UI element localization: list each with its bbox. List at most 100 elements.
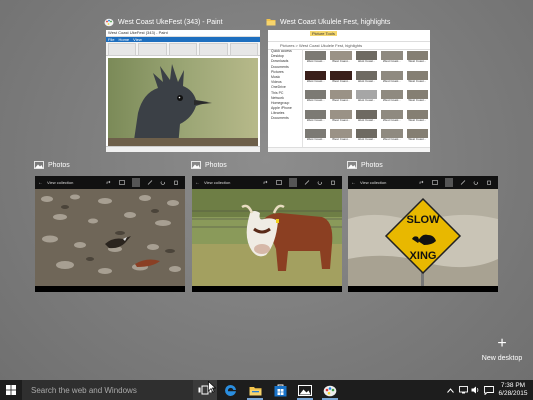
action-center-button[interactable]: [482, 380, 496, 400]
start-button[interactable]: [0, 380, 22, 400]
file-name: West Coast...: [332, 118, 351, 122]
explorer-window[interactable]: West Coast Ukulele Fest, highlights Pict…: [266, 16, 430, 152]
file-item[interactable]: West Coast...: [355, 90, 378, 107]
back-arrow-icon[interactable]: ←: [348, 180, 356, 186]
file-item[interactable]: West Coast...: [406, 129, 428, 146]
photo-image: [35, 189, 185, 286]
file-explorer-button[interactable]: [243, 380, 267, 400]
cow-photo: [192, 189, 342, 286]
file-item[interactable]: West Coast...: [355, 70, 378, 88]
photos-thumbnail[interactable]: ← View collection: [192, 176, 342, 292]
search-box[interactable]: Search the web and Windows: [22, 380, 193, 400]
paint-window-title: West Coast UkeFest (343) - Paint: [104, 16, 223, 28]
file-item[interactable]: West Coast...: [305, 109, 327, 127]
rotate-icon[interactable]: [317, 180, 323, 185]
file-thumbnail: [355, 70, 378, 80]
file-name: West Coast...: [357, 79, 376, 83]
file-item[interactable]: West Coast...: [305, 90, 327, 107]
volume-button[interactable]: [469, 380, 481, 400]
file-item[interactable]: West Coast...: [330, 51, 352, 68]
file-item[interactable]: West Coast...: [305, 70, 327, 88]
delete-icon[interactable]: [173, 180, 179, 185]
slideshow-icon[interactable]: [119, 180, 125, 185]
file-item[interactable]: West Coast...: [330, 129, 352, 146]
edit-pencil-icon[interactable]: [460, 180, 466, 185]
file-item[interactable]: West Coast...: [355, 109, 378, 127]
explorer-window-title-text: West Coast Ukulele Fest, highlights: [280, 18, 391, 26]
rotate-icon[interactable]: [473, 180, 479, 185]
paint-window[interactable]: West Coast UkeFest (343) - Paint West Co…: [104, 16, 260, 152]
file-item[interactable]: West Coast...: [330, 90, 352, 107]
ribbon-group: [168, 43, 198, 56]
file-name: West Coast...: [306, 138, 325, 142]
rotate-icon[interactable]: [160, 180, 166, 185]
enhance-button[interactable]: [445, 178, 453, 187]
slow-xing-sign-photo: SLOW XING: [348, 189, 498, 286]
file-item[interactable]: West Coast...: [305, 129, 327, 146]
people-icon-button[interactable]: [443, 380, 457, 400]
clock[interactable]: 7:38 PM 6/28/2015: [498, 382, 528, 398]
paint-tab-file: File: [108, 37, 115, 42]
file-item[interactable]: West Coast...: [406, 90, 428, 107]
file-explorer-icon: [249, 386, 261, 395]
file-item[interactable]: West Coast...: [406, 70, 428, 88]
file-item[interactable]: West Coast...: [355, 129, 378, 146]
file-item[interactable]: West Coast...: [330, 109, 352, 127]
photos-window-2[interactable]: Photos ← View collection: [191, 159, 343, 292]
share-icon[interactable]: [419, 180, 425, 185]
file-thumbnail: [355, 51, 378, 60]
file-thumbnail: [406, 70, 428, 80]
edge-button[interactable]: [218, 380, 242, 400]
delete-icon[interactable]: [330, 180, 336, 185]
edit-pencil-icon[interactable]: [304, 180, 310, 185]
store-button[interactable]: [268, 380, 292, 400]
delete-icon[interactable]: [486, 180, 492, 185]
explorer-thumbnail[interactable]: Picture Tools Pictures > West Coast Ukul…: [268, 30, 430, 152]
paint-thumbnail[interactable]: West Coast UkeFest (343) - Paint File Ho…: [106, 30, 260, 152]
search-placeholder: Search the web and Windows: [31, 386, 137, 395]
picture-tools-tab: Picture Tools: [310, 30, 337, 36]
photos-toolbar: ← View collection: [192, 176, 342, 189]
file-name: West Coast...: [306, 99, 325, 103]
slideshow-icon[interactable]: [432, 180, 438, 185]
file-item[interactable]: West Coast...: [381, 90, 403, 107]
view-collection-label[interactable]: View collection: [200, 180, 230, 185]
share-icon[interactable]: [106, 180, 112, 185]
photos-window-title: Photos: [191, 159, 227, 171]
photos-window-1[interactable]: Photos ← View collection: [34, 159, 186, 292]
file-item[interactable]: West Coast...: [381, 109, 403, 127]
new-desktop-button[interactable]: + New desktop: [478, 336, 526, 363]
file-item[interactable]: West Coast...: [406, 109, 428, 127]
enhance-button[interactable]: [289, 178, 297, 187]
share-icon[interactable]: [263, 180, 269, 185]
paint-button[interactable]: [318, 380, 342, 400]
mouse-cursor-icon: [208, 381, 216, 393]
network-button[interactable]: [457, 380, 469, 400]
view-collection-label[interactable]: View collection: [356, 180, 386, 185]
back-arrow-icon[interactable]: ←: [192, 180, 200, 186]
view-collection-label[interactable]: View collection: [43, 180, 73, 185]
file-item[interactable]: West Coast...: [406, 51, 428, 68]
file-item[interactable]: West Coast...: [381, 129, 403, 146]
file-item[interactable]: West Coast...: [355, 51, 378, 68]
photos-button[interactable]: [293, 380, 317, 400]
photos-thumbnail[interactable]: ← View collection: [35, 176, 185, 292]
back-arrow-icon[interactable]: ←: [35, 180, 43, 186]
notification-icon: [484, 385, 494, 395]
slideshow-icon[interactable]: [276, 180, 282, 185]
file-thumbnail: [355, 90, 378, 100]
photos-window-title-text: Photos: [48, 161, 70, 169]
file-name: West Coast...: [357, 60, 376, 63]
file-name: West Coast...: [382, 79, 401, 83]
edit-pencil-icon[interactable]: [147, 180, 153, 185]
file-item[interactable]: West Coast...: [305, 51, 327, 68]
file-item[interactable]: West Coast...: [381, 70, 403, 88]
file-item[interactable]: West Coast...: [330, 70, 352, 88]
edge-icon: [224, 384, 236, 396]
photos-window-3[interactable]: Photos ← View collection SLOW XING: [347, 159, 499, 292]
explorer-statusbar: [268, 147, 430, 152]
file-item[interactable]: West Coast...: [381, 51, 403, 68]
enhance-button[interactable]: [132, 178, 140, 187]
photos-thumbnail[interactable]: ← View collection SLOW XING: [348, 176, 498, 292]
chevron-up-icon: [446, 387, 454, 393]
